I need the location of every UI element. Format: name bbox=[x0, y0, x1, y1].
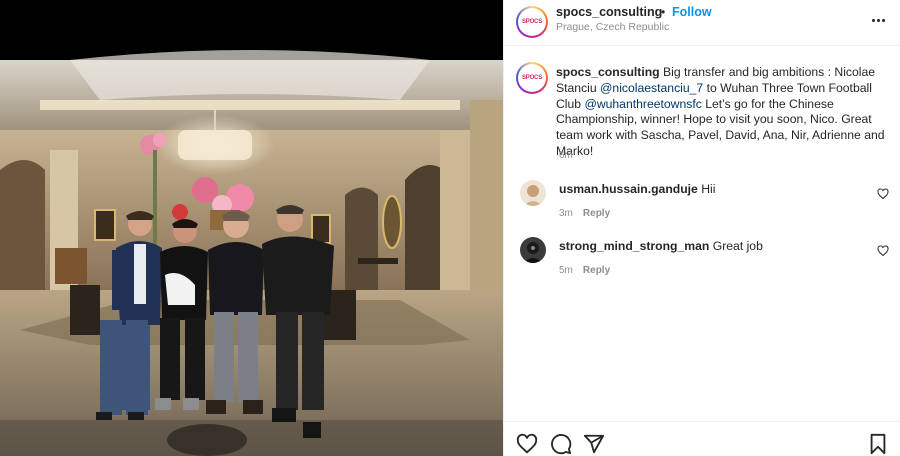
post-header: SPOCS spocs_consulting • Follow Prague, … bbox=[504, 0, 900, 46]
commenter-avatar[interactable] bbox=[520, 237, 546, 263]
caption-username[interactable]: spocs_consulting bbox=[556, 65, 660, 79]
post-actions-bar bbox=[504, 421, 900, 456]
commenter-avatar[interactable] bbox=[520, 180, 546, 206]
brand-logo: SPOCS bbox=[521, 75, 542, 81]
more-options-icon[interactable] bbox=[871, 12, 887, 24]
comment-meta: 5m Reply bbox=[559, 265, 610, 276]
comment-body: Great job bbox=[709, 239, 763, 253]
mention-link[interactable]: @wuhanthreetownsfc bbox=[584, 97, 701, 111]
mention-link[interactable]: @nicolaestanciu_7 bbox=[600, 81, 703, 95]
comment-item: strong_mind_strong_man Great job 5m Reply bbox=[516, 237, 891, 283]
comment-time[interactable]: 5m bbox=[559, 265, 573, 276]
comment-item: usman.hussain.ganduje Hii 3m Reply bbox=[516, 180, 891, 226]
share-icon[interactable] bbox=[583, 433, 605, 455]
caption-text: spocs_consulting Big transfer and big am… bbox=[556, 65, 892, 160]
comment-text: usman.hussain.ganduje Hii bbox=[559, 182, 715, 196]
bookmark-icon[interactable] bbox=[867, 433, 889, 455]
caption-timestamp[interactable]: 6m bbox=[559, 150, 573, 161]
comment-icon[interactable] bbox=[550, 433, 572, 455]
instagram-post: SPOCS spocs_consulting • Follow Prague, … bbox=[0, 0, 900, 456]
comment-meta: 3m Reply bbox=[559, 208, 610, 219]
post-side-panel: SPOCS spocs_consulting • Follow Prague, … bbox=[503, 0, 900, 456]
post-photo[interactable] bbox=[0, 0, 503, 456]
reply-button[interactable]: Reply bbox=[583, 208, 610, 219]
comment-body: Hii bbox=[697, 182, 716, 196]
commenter-username[interactable]: strong_mind_strong_man bbox=[559, 239, 709, 253]
brand-logo: SPOCS bbox=[521, 19, 542, 25]
caption-author-avatar[interactable]: SPOCS bbox=[516, 62, 548, 94]
commenter-username[interactable]: usman.hussain.ganduje bbox=[559, 182, 698, 196]
comment-text: strong_mind_strong_man Great job bbox=[559, 239, 763, 253]
separator-dot: • bbox=[661, 5, 666, 19]
reply-button[interactable]: Reply bbox=[583, 265, 610, 276]
comment-time[interactable]: 3m bbox=[559, 208, 573, 219]
hotel-lobby-photo bbox=[0, 0, 503, 456]
author-username[interactable]: spocs_consulting bbox=[556, 5, 662, 19]
follow-button[interactable]: Follow bbox=[672, 5, 712, 19]
heart-icon[interactable] bbox=[877, 188, 889, 200]
heart-icon[interactable] bbox=[877, 245, 889, 257]
heart-icon[interactable] bbox=[516, 433, 538, 455]
author-avatar[interactable]: SPOCS bbox=[516, 6, 548, 38]
post-location[interactable]: Prague, Czech Republic bbox=[556, 21, 669, 33]
